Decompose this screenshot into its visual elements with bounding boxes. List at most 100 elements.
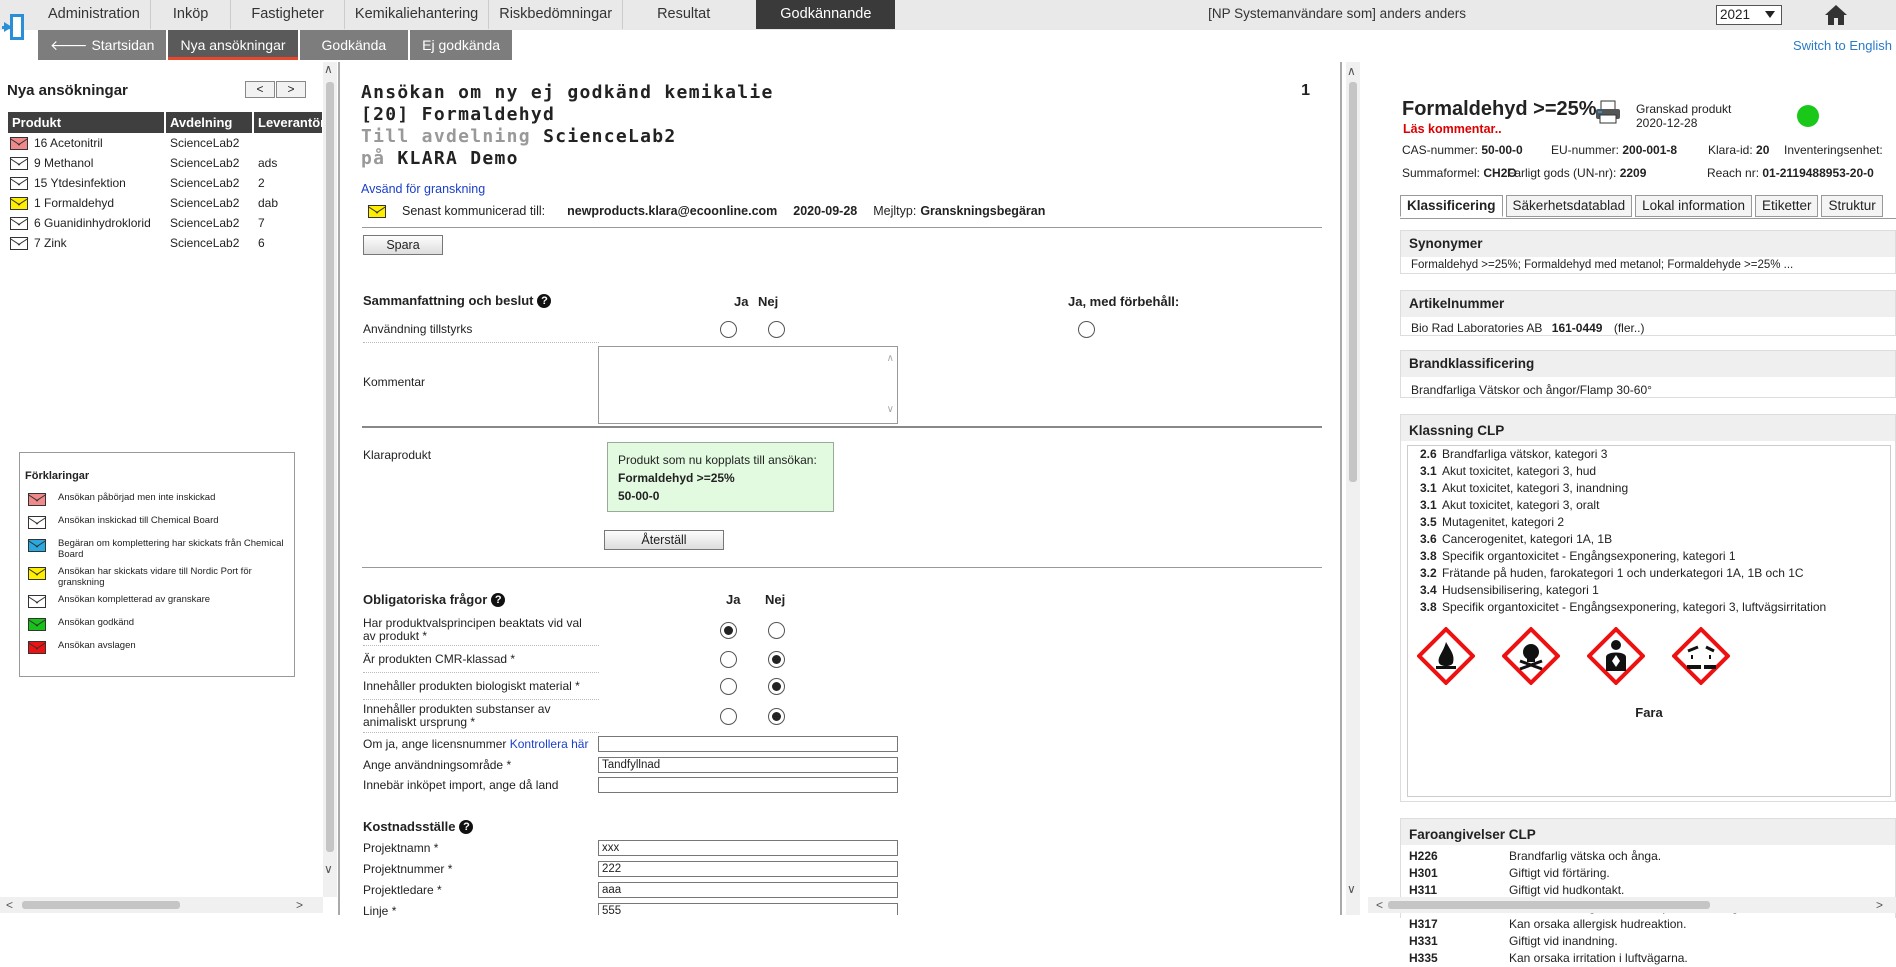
middle-vertical-scrollbar[interactable]: ∧ ∨: [1346, 62, 1360, 915]
project-number-input[interactable]: 222: [598, 861, 898, 877]
product-cell[interactable]: 16 Acetonitril: [8, 133, 166, 153]
envelope-icon: [28, 618, 46, 631]
usage-yes-conditional-radio[interactable]: [1078, 321, 1095, 338]
reset-button[interactable]: Återställ: [604, 530, 724, 550]
left-horizontal-scrollbar[interactable]: < >: [0, 897, 323, 913]
printer-icon[interactable]: [1595, 100, 1621, 124]
product-cell[interactable]: 1 Formaldehyd: [8, 193, 166, 213]
nav-inkop[interactable]: Inköp: [151, 0, 232, 29]
product-cell[interactable]: 15 Ytdesinfektion: [8, 173, 166, 193]
tab-nya-ansokningar[interactable]: Nya ansökningar: [168, 30, 298, 60]
product-name[interactable]: 7 Zink: [34, 233, 67, 253]
tab-ej-godkanda[interactable]: Ej godkända: [410, 30, 512, 60]
q1-yes-radio[interactable]: [720, 622, 737, 639]
switch-language-link[interactable]: Switch to English: [1793, 38, 1892, 53]
scroll-down-icon[interactable]: ∨: [324, 862, 333, 876]
list-item[interactable]: 15 Ytdesinfektion ScienceLab2 2: [8, 173, 322, 193]
q1-no-radio[interactable]: [768, 622, 785, 639]
scroll-up-icon[interactable]: ∧: [324, 62, 333, 76]
scroll-up-icon[interactable]: ∧: [1347, 64, 1356, 78]
home-icon[interactable]: [1824, 3, 1848, 27]
scroll-thumb[interactable]: [22, 901, 180, 909]
hazard-row: H317 Kan orsaka allergisk hudreaktion.: [1409, 916, 1895, 933]
usage-area-input[interactable]: Tandfyllnad: [598, 757, 898, 773]
question-animal: Innehåller produkten substanser av anima…: [363, 702, 551, 729]
tab-startsidan[interactable]: 🡐︎ Startsidan: [38, 30, 167, 60]
q4-yes-radio[interactable]: [720, 708, 737, 725]
q2-yes-radio[interactable]: [720, 651, 737, 668]
textarea-scroll-down-icon[interactable]: ∨: [887, 404, 894, 415]
scroll-thumb[interactable]: [1349, 82, 1357, 482]
list-item[interactable]: 1 Formaldehyd ScienceLab2 dab: [8, 193, 322, 213]
scroll-left-icon[interactable]: <: [6, 898, 13, 912]
product-cell[interactable]: 7 Zink: [8, 233, 166, 253]
product-name[interactable]: 6 Guanidinhydroklorid: [34, 213, 151, 233]
list-item[interactable]: 6 Guanidinhydroklorid ScienceLab2 7: [8, 213, 322, 233]
usage-no-radio[interactable]: [768, 321, 785, 338]
import-country-input[interactable]: [598, 777, 898, 793]
tab-etiketter[interactable]: Etiketter: [1754, 195, 1819, 217]
left-vertical-scrollbar[interactable]: ∧ ∨: [323, 62, 337, 897]
textarea-scroll-up-icon[interactable]: ∧: [887, 353, 894, 364]
nav-administration[interactable]: Administration: [38, 0, 151, 29]
main-nav: Administration Inköp Fastigheter Kemikal…: [38, 0, 896, 29]
product-cell[interactable]: 6 Guanidinhydroklorid: [8, 213, 166, 233]
next-page-button[interactable]: >: [276, 81, 306, 98]
scroll-down-icon[interactable]: ∨: [1347, 882, 1356, 896]
header-avdelning[interactable]: Avdelning: [166, 112, 254, 133]
help-icon[interactable]: ?: [459, 820, 474, 834]
year-select[interactable]: 2021: [1716, 5, 1782, 25]
q2-no-radio[interactable]: [768, 651, 785, 668]
legend-text: Ansökan godkänd: [58, 617, 135, 628]
product-name[interactable]: 15 Ytdesinfektion: [34, 173, 126, 193]
line-input[interactable]: 555: [598, 903, 898, 915]
flame-pictogram-icon: [1417, 627, 1475, 685]
help-icon[interactable]: ?: [491, 593, 506, 607]
envelope-icon: [10, 236, 28, 250]
tab-sakerhetsdatablad[interactable]: Säkerhetsdatablad: [1505, 195, 1633, 217]
send-for-review-link[interactable]: Avsänd för granskning: [361, 182, 485, 196]
usage-yes-radio[interactable]: [720, 321, 737, 338]
prev-page-button[interactable]: <: [245, 81, 275, 98]
right-horizontal-scrollbar[interactable]: < >: [1368, 897, 1896, 913]
licence-input[interactable]: [598, 736, 898, 752]
nav-fastigheter[interactable]: Fastigheter: [231, 0, 345, 29]
check-here-link[interactable]: Kontrollera här: [510, 737, 589, 751]
hazard-code: H226: [1409, 849, 1438, 863]
app-logo-icon[interactable]: [2, 12, 28, 42]
q4-no-radio[interactable]: [768, 708, 785, 725]
product-name[interactable]: 9 Methanol: [34, 153, 93, 173]
header-produkt[interactable]: Produkt: [8, 112, 166, 133]
read-comments-link[interactable]: Läs kommentar..: [1403, 122, 1502, 136]
project-lead-input[interactable]: aaa: [598, 882, 898, 898]
tab-klassificering[interactable]: Klassificering: [1400, 195, 1503, 217]
nav-resultat[interactable]: Resultat: [623, 0, 744, 29]
project-name-input[interactable]: xxx: [598, 840, 898, 856]
nav-godkannande[interactable]: Godkännande: [756, 0, 896, 29]
tab-struktur[interactable]: Struktur: [1821, 195, 1883, 217]
scroll-thumb[interactable]: [326, 82, 334, 852]
nav-kemikaliehantering[interactable]: Kemikaliehantering: [345, 0, 490, 29]
klara-id: Klara-id: 20: [1708, 143, 1769, 157]
nav-riskbedomningar[interactable]: Riskbedömningar: [489, 0, 624, 29]
list-item[interactable]: 9 Methanol ScienceLab2 ads: [8, 153, 322, 173]
tab-godkanda[interactable]: Godkända: [299, 30, 409, 60]
q3-yes-radio[interactable]: [720, 678, 737, 695]
scroll-left-icon[interactable]: <: [1376, 898, 1383, 912]
list-item[interactable]: 16 Acetonitril ScienceLab2: [8, 133, 322, 153]
back-arrow-icon: 🡐︎: [50, 37, 92, 53]
scroll-thumb[interactable]: [1388, 901, 1710, 909]
article-more-link[interactable]: (fler..): [1614, 321, 1645, 335]
scroll-right-icon[interactable]: >: [1876, 898, 1883, 912]
product-cell[interactable]: 9 Methanol: [8, 153, 166, 173]
scroll-right-icon[interactable]: >: [296, 898, 303, 912]
help-icon[interactable]: ?: [537, 294, 552, 308]
product-name[interactable]: 16 Acetonitril: [34, 133, 103, 153]
tab-lokal-information[interactable]: Lokal information: [1635, 195, 1752, 217]
list-item[interactable]: 7 Zink ScienceLab2 6: [8, 233, 322, 253]
q3-no-radio[interactable]: [768, 678, 785, 695]
save-button[interactable]: Spara: [363, 235, 443, 255]
comment-textarea[interactable]: ∧ ∨: [598, 346, 898, 424]
header-leverantor[interactable]: Leverantör: [254, 112, 322, 133]
product-name[interactable]: 1 Formaldehyd: [34, 193, 114, 213]
